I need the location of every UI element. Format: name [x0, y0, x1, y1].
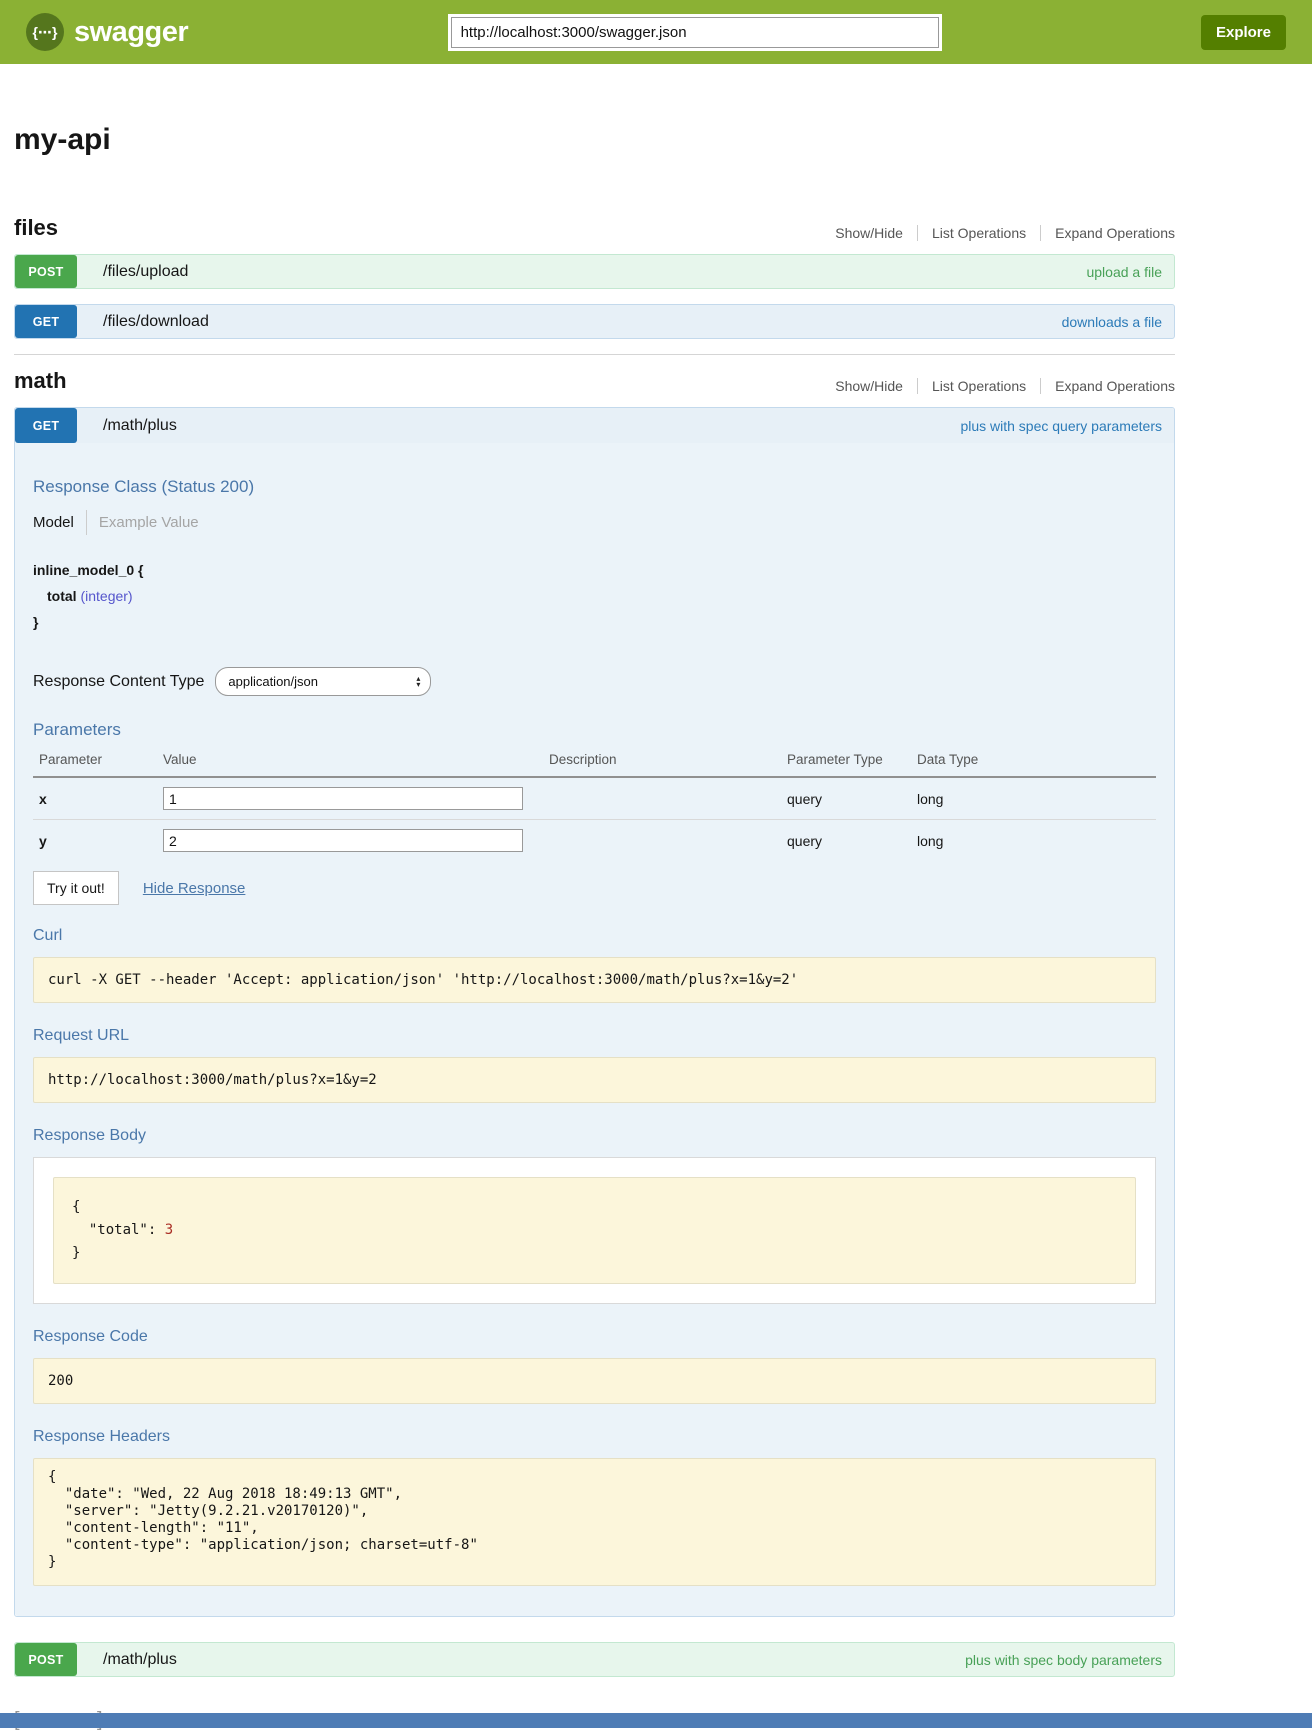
model-tabs: Model Example Value	[33, 510, 1156, 535]
operation-detail: Response Class (Status 200) Model Exampl…	[15, 443, 1174, 1616]
model-property-line: total (integer)	[33, 583, 1156, 609]
param-row-y: y query long	[33, 820, 1156, 862]
param-data-type: long	[911, 820, 1156, 862]
column-header-parameter-type: Parameter Type	[781, 748, 911, 777]
param-description	[543, 820, 781, 862]
method-badge-get: GET	[15, 305, 77, 338]
column-header-value: Value	[157, 748, 543, 777]
section-divider	[14, 354, 1175, 355]
select-arrows-icon: ▴▾	[416, 676, 420, 688]
section-header-math: math Show/Hide List Operations Expand Op…	[14, 368, 1175, 394]
param-y-input[interactable]	[163, 829, 523, 852]
operation-path[interactable]: /math/plus	[103, 417, 177, 435]
operation-heading-get-math-plus[interactable]: GET /math/plus plus with spec query para…	[15, 408, 1174, 443]
page-title: my-api	[14, 123, 1175, 157]
section-header-files: files Show/Hide List Operations Expand O…	[14, 215, 1175, 241]
param-x-input[interactable]	[163, 787, 523, 810]
param-type: query	[781, 777, 911, 820]
arrow-down-glyph: ▾	[416, 682, 420, 688]
try-row: Try it out! Hide Response	[33, 871, 1156, 905]
section-title-math: math	[14, 368, 67, 394]
section-files: files Show/Hide List Operations Expand O…	[14, 215, 1175, 339]
model-close-brace: }	[33, 609, 1156, 635]
param-description	[543, 777, 781, 820]
model-name: inline_model_0	[33, 562, 134, 578]
hide-response-link[interactable]: Hide Response	[143, 880, 246, 897]
response-body-text: }	[72, 1245, 80, 1261]
method-badge-get: GET	[15, 408, 77, 443]
spec-url-input[interactable]	[451, 17, 939, 48]
operation-summary-link[interactable]: downloads a file	[1062, 314, 1162, 330]
model-property-type: (integer)	[80, 588, 132, 604]
operation-summary-link[interactable]: plus with spec query parameters	[960, 418, 1162, 434]
section-controls-files: Show/Hide List Operations Expand Operati…	[835, 225, 1175, 241]
method-badge-post: POST	[15, 1643, 77, 1676]
parameters-table: Parameter Value Description Parameter Ty…	[33, 748, 1156, 861]
expand-operations-link[interactable]: Expand Operations	[1040, 225, 1175, 241]
expand-operations-link[interactable]: Expand Operations	[1040, 378, 1175, 394]
operation-get-math-plus: GET /math/plus plus with spec query para…	[14, 407, 1175, 1617]
response-code-value: 200	[33, 1358, 1156, 1404]
response-body-text: { "total":	[72, 1199, 165, 1238]
api-content: my-api files Show/Hide List Operations E…	[14, 123, 1175, 1732]
list-operations-link[interactable]: List Operations	[917, 225, 1040, 241]
request-url-heading: Request URL	[33, 1027, 1156, 1045]
model-property: total	[47, 588, 77, 604]
section-controls-math: Show/Hide List Operations Expand Operati…	[835, 378, 1175, 394]
response-content-type-row: Response Content Type application/json ▴…	[33, 667, 1156, 696]
param-row-x: x query long	[33, 777, 1156, 820]
request-url-value: http://localhost:3000/math/plus?x=1&y=2	[33, 1057, 1156, 1103]
model-name-line: inline_model_0 {	[33, 557, 1156, 583]
swagger-logo-icon: {⋯}	[26, 13, 64, 51]
response-body-number: 3	[165, 1222, 173, 1238]
bottom-bar	[0, 1713, 1312, 1728]
column-header-parameter: Parameter	[33, 748, 157, 777]
tab-model[interactable]: Model	[33, 510, 86, 535]
show-hide-link[interactable]: Show/Hide	[835, 225, 917, 241]
spec-url-wrap	[188, 17, 1201, 48]
curl-command: curl -X GET --header 'Accept: applicatio…	[33, 957, 1156, 1003]
param-type: query	[781, 820, 911, 862]
topbar: {⋯} swagger Explore	[0, 0, 1312, 64]
show-hide-link[interactable]: Show/Hide	[835, 378, 917, 394]
response-headers-json: { "date": "Wed, 22 Aug 2018 18:49:13 GMT…	[33, 1458, 1156, 1586]
section-title-files: files	[14, 215, 58, 241]
parameters-heading: Parameters	[33, 720, 1156, 740]
operation-path[interactable]: /math/plus	[103, 1651, 177, 1669]
response-code-heading: Response Code	[33, 1328, 1156, 1346]
operation-path[interactable]: /files/download	[103, 313, 209, 331]
parameters-header-row: Parameter Value Description Parameter Ty…	[33, 748, 1156, 777]
operation-path[interactable]: /files/upload	[103, 263, 188, 281]
brand-title: swagger	[74, 16, 188, 49]
try-it-out-button[interactable]: Try it out!	[33, 871, 119, 905]
logo-braces-glyph: {⋯}	[33, 24, 58, 41]
param-name: y	[33, 820, 157, 862]
method-badge-post: POST	[15, 255, 77, 288]
param-name: x	[33, 777, 157, 820]
operation-summary-link[interactable]: upload a file	[1086, 264, 1162, 280]
operation-get-files-download[interactable]: GET /files/download downloads a file	[14, 304, 1175, 339]
swagger-brand-link[interactable]: {⋯} swagger	[26, 13, 188, 51]
operation-post-files-upload[interactable]: POST /files/upload upload a file	[14, 254, 1175, 289]
section-math: math Show/Hide List Operations Expand Op…	[14, 368, 1175, 1677]
model-signature: inline_model_0 { total (integer) }	[33, 557, 1156, 635]
list-operations-link[interactable]: List Operations	[917, 378, 1040, 394]
explore-button[interactable]: Explore	[1201, 15, 1286, 50]
column-header-data-type: Data Type	[911, 748, 1156, 777]
curl-heading: Curl	[33, 927, 1156, 945]
param-data-type: long	[911, 777, 1156, 820]
response-body-heading: Response Body	[33, 1127, 1156, 1145]
column-header-description: Description	[543, 748, 781, 777]
model-open-brace: {	[138, 562, 143, 578]
response-body-json: { "total": 3 }	[53, 1177, 1136, 1284]
response-content-type-select[interactable]: application/json ▴▾	[215, 667, 431, 696]
operation-summary-link[interactable]: plus with spec body parameters	[965, 1652, 1162, 1668]
tab-example-value[interactable]: Example Value	[86, 510, 211, 535]
operation-post-math-plus[interactable]: POST /math/plus plus with spec body para…	[14, 1642, 1175, 1677]
response-class-heading: Response Class (Status 200)	[33, 477, 1156, 497]
response-headers-heading: Response Headers	[33, 1428, 1156, 1446]
select-value: application/json	[228, 674, 318, 689]
response-body-box: { "total": 3 }	[33, 1157, 1156, 1304]
response-content-type-label: Response Content Type	[33, 673, 204, 691]
